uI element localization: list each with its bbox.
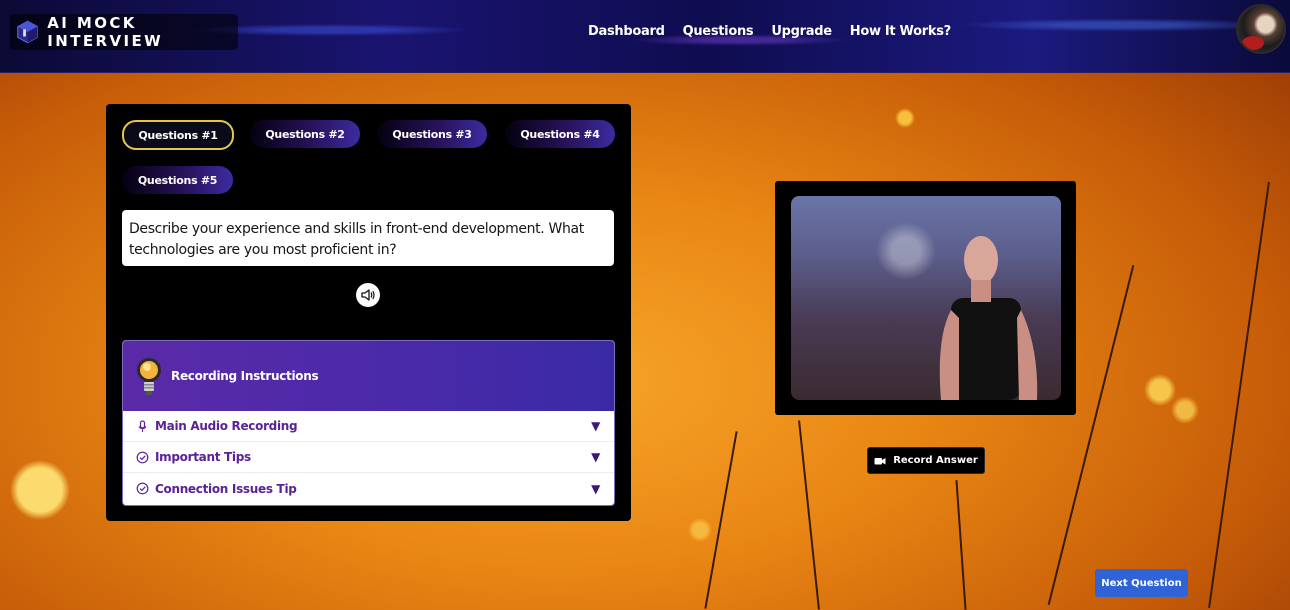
question-text: Describe your experience and skills in f… — [122, 210, 614, 266]
video-camera-icon — [874, 457, 886, 464]
check-circle-icon — [136, 451, 149, 463]
speaker-icon — [361, 289, 375, 301]
tab-question-2[interactable]: Questions #2 — [250, 120, 360, 148]
plant-stem-decoration — [798, 420, 820, 610]
record-answer-button[interactable]: Record Answer — [867, 447, 985, 474]
tab-question-4[interactable]: Questions #4 — [505, 120, 615, 148]
instructions-title: Recording Instructions — [171, 369, 319, 383]
nav-dashboard[interactable]: Dashboard — [588, 24, 665, 39]
tab-question-5[interactable]: Questions #5 — [122, 166, 233, 194]
microphone-icon — [138, 419, 147, 432]
user-avatar[interactable] — [1236, 4, 1286, 54]
nav-upgrade[interactable]: Upgrade — [771, 24, 832, 39]
nav-questions[interactable]: Questions — [683, 24, 754, 39]
logo[interactable]: AI MOCK INTERVIEW — [10, 14, 238, 50]
instruction-label: Main Audio Recording — [155, 419, 298, 433]
recording-instructions: Recording Instructions Main Audio Record… — [122, 340, 615, 506]
plant-stem-decoration — [704, 431, 738, 609]
read-aloud-button[interactable] — [356, 283, 380, 307]
plant-stem-decoration — [1208, 181, 1270, 609]
main-nav: Dashboard Questions Upgrade How It Works… — [588, 24, 951, 39]
webcam-feed — [791, 196, 1061, 400]
instruction-main-audio[interactable]: Main Audio Recording ▼ — [123, 411, 614, 442]
instruction-connection-issues[interactable]: Connection Issues Tip ▼ — [123, 473, 614, 504]
chevron-down-icon[interactable]: ▼ — [591, 482, 600, 496]
cube-logo-icon — [17, 20, 38, 44]
instruction-important-tips[interactable]: Important Tips ▼ — [123, 442, 614, 473]
logo-text: AI MOCK INTERVIEW — [47, 14, 164, 50]
record-answer-label: Record Answer — [893, 455, 978, 466]
check-circle-icon — [136, 482, 149, 495]
top-navbar: AI MOCK INTERVIEW Dashboard Questions Up… — [0, 0, 1290, 73]
tab-question-1[interactable]: Questions #1 — [122, 120, 234, 150]
tab-question-3[interactable]: Questions #3 — [377, 120, 487, 148]
plant-stem-decoration — [955, 480, 967, 610]
chevron-down-icon[interactable]: ▼ — [591, 450, 600, 464]
lightbulb-icon — [137, 358, 161, 395]
nav-how-it-works[interactable]: How It Works? — [850, 24, 951, 39]
webcam-panel — [775, 181, 1076, 415]
chevron-down-icon[interactable]: ▼ — [591, 419, 600, 433]
webcam-person-image — [939, 236, 1038, 400]
next-question-button[interactable]: Next Question — [1095, 569, 1188, 597]
instructions-header: Recording Instructions — [123, 341, 614, 411]
instruction-label: Important Tips — [155, 450, 251, 464]
instruction-label: Connection Issues Tip — [155, 481, 297, 496]
question-panel: Questions #1 Questions #2 Questions #3 Q… — [106, 104, 631, 521]
